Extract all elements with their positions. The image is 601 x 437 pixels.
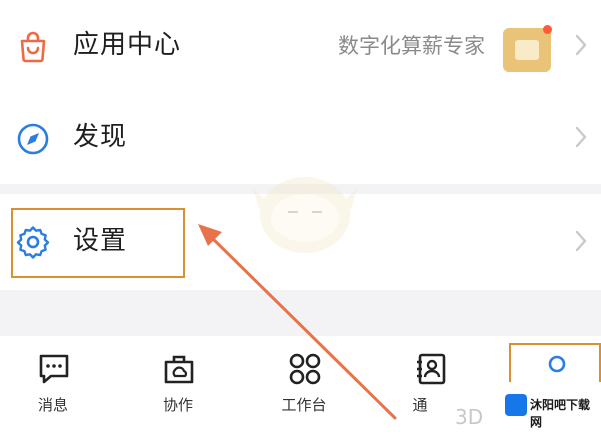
mascot-watermark-icon bbox=[253, 177, 357, 253]
watermark-3d-mark: 3D bbox=[455, 405, 484, 429]
watermark-site-name: 沐阳吧下载网 bbox=[530, 398, 591, 429]
watermark-logo-icon bbox=[505, 394, 527, 416]
site-watermark: 沐阳吧下载网 bbox=[497, 382, 601, 437]
annotation-arrow bbox=[198, 177, 397, 420]
